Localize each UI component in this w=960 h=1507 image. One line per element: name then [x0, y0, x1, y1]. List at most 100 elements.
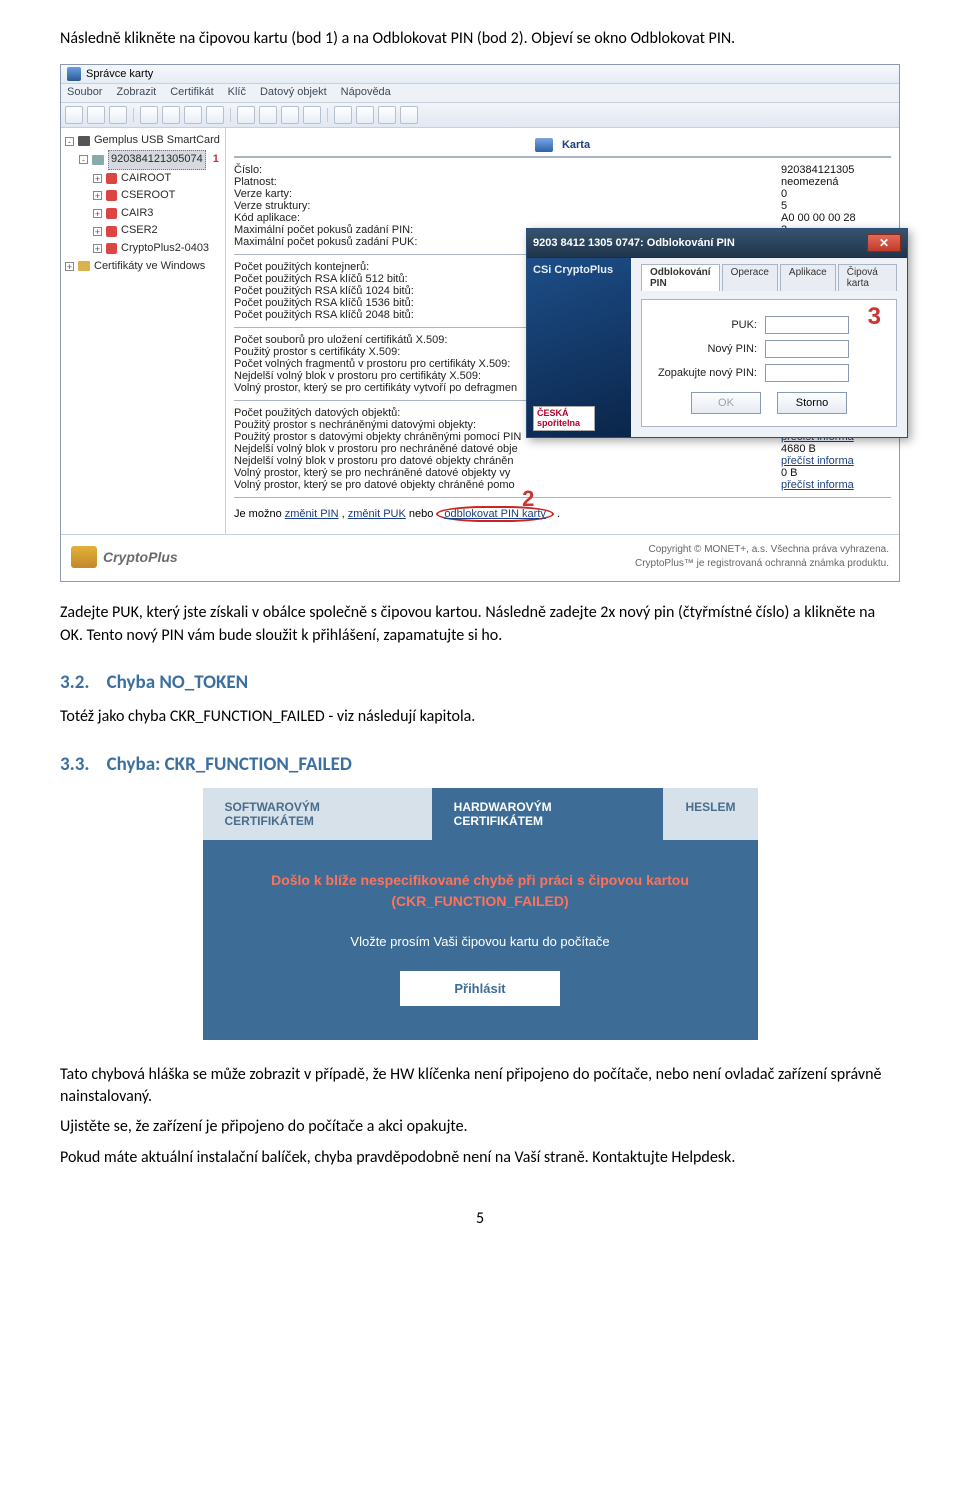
ceska-sporitelna-logo: ČESKÁ spořitelna	[533, 406, 595, 432]
toolbar-button[interactable]	[356, 106, 374, 124]
tab-operace[interactable]: Operace	[722, 264, 778, 291]
app-icon	[67, 67, 81, 81]
info-key: Nejdelší volný blok v prostoru pro datov…	[234, 455, 781, 467]
menubar: Soubor Zobrazit Certifikát Klíč Datový o…	[61, 84, 899, 103]
toolbar-button[interactable]	[65, 106, 83, 124]
toolbar-button[interactable]	[259, 106, 277, 124]
annotation-3: 3	[868, 303, 881, 331]
toolbar	[61, 103, 899, 128]
info-value-link[interactable]: přečíst informa	[781, 455, 891, 467]
info-row: Platnost:neomezená	[234, 176, 891, 188]
toolbar-button[interactable]	[400, 106, 418, 124]
tree-cert[interactable]: CryptoPlus2-0403	[121, 240, 209, 258]
toolbar-button[interactable]	[237, 106, 255, 124]
card-manager-window: Správce karty Soubor Zobrazit Certifikát…	[60, 64, 900, 582]
link-change-pin[interactable]: změnit PIN	[285, 508, 339, 520]
toolbar-button[interactable]	[109, 106, 127, 124]
cancel-button[interactable]: Storno	[777, 392, 847, 414]
folder-icon	[78, 261, 90, 271]
tab-password[interactable]: HESLEM	[663, 788, 757, 840]
tree-reader[interactable]: Gemplus USB SmartCard	[94, 132, 220, 150]
tree-cert[interactable]: CSEROOT	[121, 187, 175, 205]
toolbar-button[interactable]	[334, 106, 352, 124]
toolbar-separator	[133, 108, 134, 122]
info-row: Kód aplikace:A0 00 00 00 28	[234, 212, 891, 224]
tree-cert[interactable]: CSER2	[121, 222, 158, 240]
info-row: Volný prostor, který se pro nechráněné d…	[234, 467, 891, 479]
toolbar-button[interactable]	[378, 106, 396, 124]
toolbar-button[interactable]	[87, 106, 105, 124]
error-panel: Došlo k blíže nespecifikované chybě při …	[203, 840, 758, 1040]
tab-cipova-karta[interactable]: Čipová karta	[838, 264, 897, 291]
info-row: Volný prostor, který se pro datové objek…	[234, 479, 891, 491]
toolbar-button[interactable]	[184, 106, 202, 124]
new-pin-input[interactable]	[765, 340, 849, 358]
toolbar-button[interactable]	[162, 106, 180, 124]
tree-cert[interactable]: CAIROOT	[121, 170, 171, 188]
change-links-row: Je možno změnit PIN , změnit PUK nebo od…	[234, 506, 891, 522]
tab-hardware-cert[interactable]: HARDWAROVÝM CERTIFIKÁTEM	[432, 788, 664, 840]
login-method-tabs: SOFTWAROVÝM CERTIFIKÁTEM HARDWAROVÝM CER…	[203, 788, 758, 840]
window-title: Správce karty	[86, 68, 153, 80]
ok-button[interactable]: OK	[691, 392, 761, 414]
footer-copyright-1: Copyright © MONET+, a.s. Všechna práva v…	[635, 543, 889, 557]
info-value: neomezená	[781, 176, 891, 188]
repeat-pin-input[interactable]	[765, 364, 849, 382]
insert-card-message: Vložte prosím Vaši čipovou kartu do počí…	[223, 934, 738, 949]
info-row: Verze karty:0	[234, 188, 891, 200]
info-value: 0	[781, 188, 891, 200]
info-value: 4680 B	[781, 443, 891, 455]
card-logo-icon	[535, 138, 553, 152]
tree-card-selected[interactable]: 920384121305074	[108, 150, 206, 170]
puk-input[interactable]	[765, 316, 849, 334]
error-message-line2: (CKR_FUNCTION_FAILED)	[223, 891, 738, 912]
menu-napoveda[interactable]: Nápověda	[341, 86, 391, 98]
toolbar-button[interactable]	[140, 106, 158, 124]
new-pin-label: Nový PIN:	[652, 343, 757, 355]
card-icon	[92, 155, 104, 165]
reader-icon	[78, 136, 90, 146]
footer-copyright-2: CryptoPlus™ je registrovaná ochranná zná…	[635, 557, 889, 571]
dialog-title: 9203 8412 1305 0747: Odblokování PIN	[533, 237, 735, 249]
login-button[interactable]: Přihlásit	[400, 971, 560, 1006]
tree-win-certs[interactable]: Certifikáty ve Windows	[94, 258, 205, 276]
cert-icon	[106, 226, 117, 237]
menu-klic[interactable]: Klíč	[228, 86, 246, 98]
tab-odblokovani-pin[interactable]: Odblokování PIN	[641, 264, 720, 291]
toolbar-button[interactable]	[281, 106, 299, 124]
toolbar-button[interactable]	[303, 106, 321, 124]
menu-datovy-objekt[interactable]: Datový objekt	[260, 86, 327, 98]
close-button[interactable]: ✕	[867, 234, 901, 252]
info-value: 920384121305	[781, 164, 891, 176]
heading-num: 3.2.	[60, 671, 89, 694]
dialog-tabs: Odblokování PIN Operace Aplikace Čipová …	[641, 264, 897, 291]
tab-software-cert[interactable]: SOFTWAROVÝM CERTIFIKÁTEM	[203, 788, 432, 840]
toolbar-separator	[230, 108, 231, 122]
repeat-pin-label: Zopakujte nový PIN:	[652, 367, 757, 379]
titlebar: Správce karty	[61, 65, 899, 84]
dialog-titlebar: 9203 8412 1305 0747: Odblokování PIN ✕	[527, 229, 907, 258]
info-key: Nejdelší volný blok v prostoru pro nechr…	[234, 443, 781, 455]
cryptoplus-name: CryptoPlus	[97, 549, 178, 565]
menu-soubor[interactable]: Soubor	[67, 86, 102, 98]
heading-title: Chyba: CKR_FUNCTION_FAILED	[107, 753, 352, 776]
card-header: Karta	[234, 134, 891, 154]
info-row: Verze struktury:5	[234, 200, 891, 212]
cert-icon	[106, 208, 117, 219]
heading-title: Chyba NO_TOKEN	[107, 671, 249, 694]
link-change-puk[interactable]: změnit PUK	[348, 508, 406, 520]
unblock-pin-dialog: 9203 8412 1305 0747: Odblokování PIN ✕ C…	[526, 228, 908, 438]
heading-num: 3.3.	[60, 753, 89, 776]
info-value-link[interactable]: přečíst informa	[781, 479, 891, 491]
heading-3-3: 3.3. Chyba: CKR_FUNCTION_FAILED	[60, 753, 900, 776]
cert-icon	[106, 173, 117, 184]
dialog-brand: CSi CryptoPlus	[533, 264, 625, 276]
menu-certifikat[interactable]: Certifikát	[170, 86, 213, 98]
info-key: Verze karty:	[234, 188, 781, 200]
tab-aplikace[interactable]: Aplikace	[780, 264, 836, 291]
menu-zobrazit[interactable]: Zobrazit	[116, 86, 156, 98]
toolbar-button[interactable]	[206, 106, 224, 124]
page-number: 5	[60, 1209, 900, 1228]
tree-cert[interactable]: CAIR3	[121, 205, 153, 223]
app-footer: CryptoPlus Copyright © MONET+, a.s. Všec…	[61, 534, 899, 581]
